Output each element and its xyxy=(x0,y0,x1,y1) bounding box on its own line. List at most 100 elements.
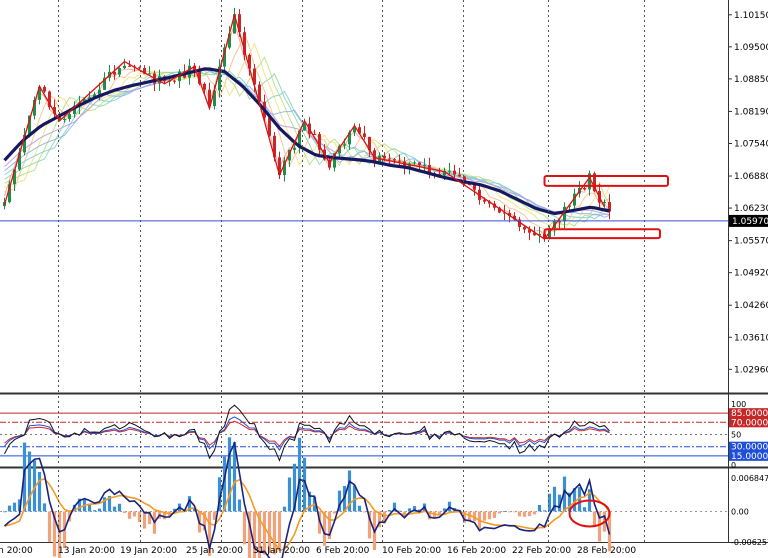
macd-histogram-bar xyxy=(87,504,92,512)
price-tick-label: 1.08850 xyxy=(734,75,768,85)
candle-body xyxy=(383,155,386,159)
macd-histogram-bar xyxy=(242,511,247,545)
macd-histogram-bar xyxy=(227,437,232,512)
candle-body xyxy=(483,199,486,202)
current-price-label: 1.05970 xyxy=(732,217,768,227)
candle-body xyxy=(63,118,66,120)
macd-histogram-bar xyxy=(282,506,287,512)
macd-histogram-bar xyxy=(117,503,122,512)
candle-body xyxy=(123,65,126,69)
time-tick-label: 28 Feb 20:00 xyxy=(577,546,636,556)
macd-histogram-bar xyxy=(277,511,282,550)
macd-histogram-bar xyxy=(287,477,292,512)
candle-body xyxy=(418,162,421,166)
time-tick-label: 19 Jan 20:00 xyxy=(120,546,177,556)
macd-histogram-bar xyxy=(537,505,542,512)
candle-body xyxy=(203,83,206,90)
price-tick-label: 1.02960 xyxy=(734,365,768,375)
price-tick-label: 1.03610 xyxy=(734,333,768,343)
price-tick-label: 1.04260 xyxy=(734,301,768,311)
macd-histogram-bar xyxy=(482,511,487,521)
macd-histogram-bar xyxy=(522,511,527,517)
price-tick-label: 1.07540 xyxy=(734,139,768,149)
macd-histogram-bar xyxy=(512,511,517,513)
price-tick-label: 1.05570 xyxy=(734,237,768,247)
macd-histogram-bar xyxy=(582,507,587,512)
time-tick-label: 13 Jan 20:00 xyxy=(58,546,115,556)
macd-histogram-bar xyxy=(37,472,42,512)
candle-body xyxy=(473,184,476,190)
macd-histogram-bar xyxy=(97,508,102,512)
time-tick-label: 10 Feb 20:00 xyxy=(382,546,441,556)
macd-histogram-bar xyxy=(542,510,547,512)
macd-tick-label: 0.0068477 xyxy=(731,474,768,483)
rsi-level-label: 15.0000 xyxy=(731,452,768,462)
macd-histogram-bar xyxy=(112,506,117,512)
macd-histogram-bar xyxy=(122,511,127,514)
candle-body xyxy=(138,67,141,69)
macd-tick-label: -0.0062577 xyxy=(731,538,768,547)
macd-histogram-bar xyxy=(127,511,132,519)
chart-canvas: 1.05970 1.10150 1.09500 1.08850 1.08190 1.075… xyxy=(0,0,768,558)
macd-histogram-bar xyxy=(237,499,242,512)
time-tick-label: 22 Feb 20:00 xyxy=(512,546,571,556)
candle-body xyxy=(603,201,606,203)
price-tick-label: 1.06880 xyxy=(734,172,768,182)
macd-histogram-bar xyxy=(497,511,502,514)
macd-histogram-bar xyxy=(502,511,507,512)
macd-histogram-bar xyxy=(527,511,532,517)
candle-body xyxy=(343,144,346,146)
candle-body xyxy=(68,114,71,119)
macd-histogram-bar xyxy=(407,508,412,512)
time-tick-label: 25 Jan 20:00 xyxy=(186,546,243,556)
candle-body xyxy=(363,133,366,137)
macd-tick-label: 0.00 xyxy=(731,507,749,516)
macd-histogram-bar xyxy=(532,511,537,515)
macd-histogram-bar xyxy=(517,511,522,517)
macd-histogram-bar xyxy=(387,510,392,512)
candle-body xyxy=(448,170,451,172)
candle-body xyxy=(398,160,401,162)
time-tick-label: Jan 20:00 xyxy=(0,546,33,556)
macd-histogram-bar xyxy=(132,511,137,517)
rsi-tick-label: 50 xyxy=(731,431,741,440)
candle-body xyxy=(423,164,426,166)
price-panel-bg xyxy=(0,0,728,392)
time-tick-label: 31 Jan 20:00 xyxy=(253,546,310,556)
time-tick-label: 16 Feb 20:00 xyxy=(447,546,506,556)
candle-body xyxy=(523,226,526,230)
macd-histogram-bar xyxy=(492,511,497,518)
macd-histogram-bar xyxy=(47,511,52,542)
candle-body xyxy=(98,89,101,95)
candle-body xyxy=(128,65,131,67)
candle-body xyxy=(293,147,296,150)
macd-histogram-bar xyxy=(592,511,597,527)
macd-histogram-bar xyxy=(297,437,302,512)
macd-histogram-bar xyxy=(7,505,12,512)
macd-histogram-bar xyxy=(487,511,492,520)
macd-histogram-bar xyxy=(42,503,47,512)
candle-body xyxy=(393,159,396,161)
rsi-tick-label: 100 xyxy=(731,400,746,409)
price-tick-label: 1.08190 xyxy=(734,107,768,117)
macd-histogram-bar xyxy=(362,511,367,513)
price-tick-label: 1.06230 xyxy=(734,204,768,214)
candle-body xyxy=(388,158,391,160)
time-tick-label: 6 Feb 20:00 xyxy=(316,546,370,556)
macd-histogram-bar xyxy=(12,502,17,512)
price-tick-label: 1.04920 xyxy=(734,269,768,279)
candle-body xyxy=(413,162,416,164)
macd-histogram-bar xyxy=(357,505,362,512)
candle-body xyxy=(458,174,461,177)
candle-body xyxy=(558,221,561,223)
candle-body xyxy=(453,170,456,175)
macd-histogram-bar xyxy=(507,511,512,513)
price-tick-label: 1.09500 xyxy=(734,43,768,53)
macd-histogram-bar xyxy=(332,511,337,514)
macd-histogram-bar xyxy=(27,451,32,512)
rsi-level-label: 70.0000 xyxy=(731,418,768,428)
rsi-tick-label: 0 xyxy=(731,461,736,470)
macd-histogram-bar xyxy=(142,511,147,529)
macd-histogram-bar xyxy=(2,511,7,513)
macd-histogram-bar xyxy=(92,510,97,512)
